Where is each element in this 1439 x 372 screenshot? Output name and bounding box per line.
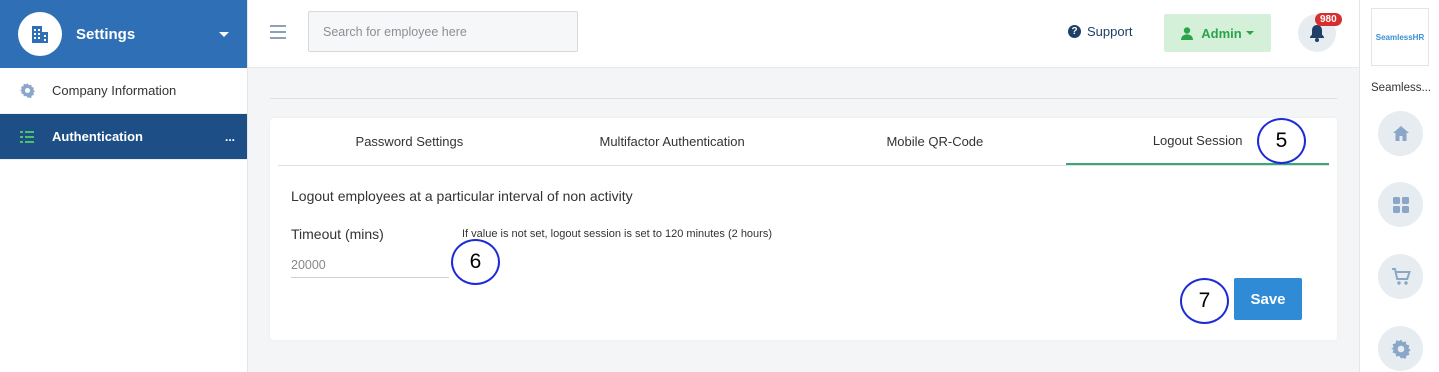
company-logo-text: SeamlessHR bbox=[1375, 32, 1425, 42]
tab-multifactor-authentication[interactable]: Multifactor Authentication bbox=[541, 118, 804, 165]
home-button[interactable] bbox=[1378, 111, 1423, 156]
right-rail: SeamlessHR Seamless... bbox=[1359, 0, 1439, 372]
search-input[interactable] bbox=[308, 11, 578, 52]
left-sidebar: Settings Company Information Authenticat… bbox=[0, 0, 248, 372]
notification-count-badge: 980 bbox=[1315, 13, 1342, 26]
callout-marker: 6 bbox=[451, 239, 500, 285]
chevron-down-icon bbox=[1245, 31, 1254, 35]
company-name: Seamless... bbox=[1371, 82, 1432, 94]
cart-icon bbox=[1391, 267, 1411, 286]
timeout-label: Timeout (mins) bbox=[291, 226, 384, 242]
apps-button[interactable] bbox=[1378, 182, 1423, 227]
sidebar-item-label: Company Information bbox=[52, 83, 177, 98]
top-bar: ? Support Admin 980 bbox=[248, 0, 1359, 68]
chevron-down-icon bbox=[219, 31, 229, 37]
admin-dropdown-button[interactable]: Admin bbox=[1164, 14, 1271, 52]
settings-title: Settings bbox=[76, 25, 136, 43]
company-logo[interactable]: SeamlessHR bbox=[1371, 8, 1429, 66]
sidebar-item-company-information[interactable]: Company Information bbox=[0, 68, 247, 114]
gear-icon bbox=[18, 82, 36, 100]
logout-description: Logout employees at a particular interva… bbox=[291, 188, 633, 204]
timeout-input[interactable] bbox=[291, 252, 449, 278]
callout-marker: 7 bbox=[1180, 278, 1229, 324]
sidebar-item-label: Authentication bbox=[52, 129, 143, 144]
content-divider bbox=[270, 98, 1337, 99]
support-link[interactable]: ? Support bbox=[1068, 24, 1133, 39]
gear-icon bbox=[1390, 338, 1412, 360]
authentication-card: Password Settings Multifactor Authentica… bbox=[270, 118, 1337, 340]
settings-button[interactable] bbox=[1378, 326, 1423, 371]
callout-marker: 5 bbox=[1257, 118, 1306, 164]
settings-menu-header[interactable]: Settings bbox=[0, 0, 247, 68]
user-icon bbox=[1181, 26, 1194, 40]
support-label: Support bbox=[1087, 24, 1133, 39]
tab-mobile-qr-code[interactable]: Mobile QR-Code bbox=[804, 118, 1067, 165]
list-check-icon bbox=[18, 128, 36, 146]
question-circle-icon: ? bbox=[1068, 25, 1081, 38]
bell-icon bbox=[1309, 24, 1325, 42]
timeout-hint: If value is not set, logout session is s… bbox=[462, 228, 772, 240]
save-button[interactable]: Save bbox=[1234, 278, 1302, 320]
home-icon bbox=[1392, 125, 1410, 142]
cart-button[interactable] bbox=[1378, 254, 1423, 299]
tab-password-settings[interactable]: Password Settings bbox=[278, 118, 541, 165]
more-options-icon[interactable]: ... bbox=[225, 130, 235, 144]
sidebar-item-authentication[interactable]: Authentication ... bbox=[0, 114, 247, 160]
admin-label: Admin bbox=[1201, 25, 1242, 41]
building-icon bbox=[18, 12, 62, 56]
grid-icon bbox=[1392, 196, 1410, 214]
hamburger-menu-icon[interactable] bbox=[270, 25, 286, 39]
auth-tabs: Password Settings Multifactor Authentica… bbox=[278, 118, 1329, 166]
